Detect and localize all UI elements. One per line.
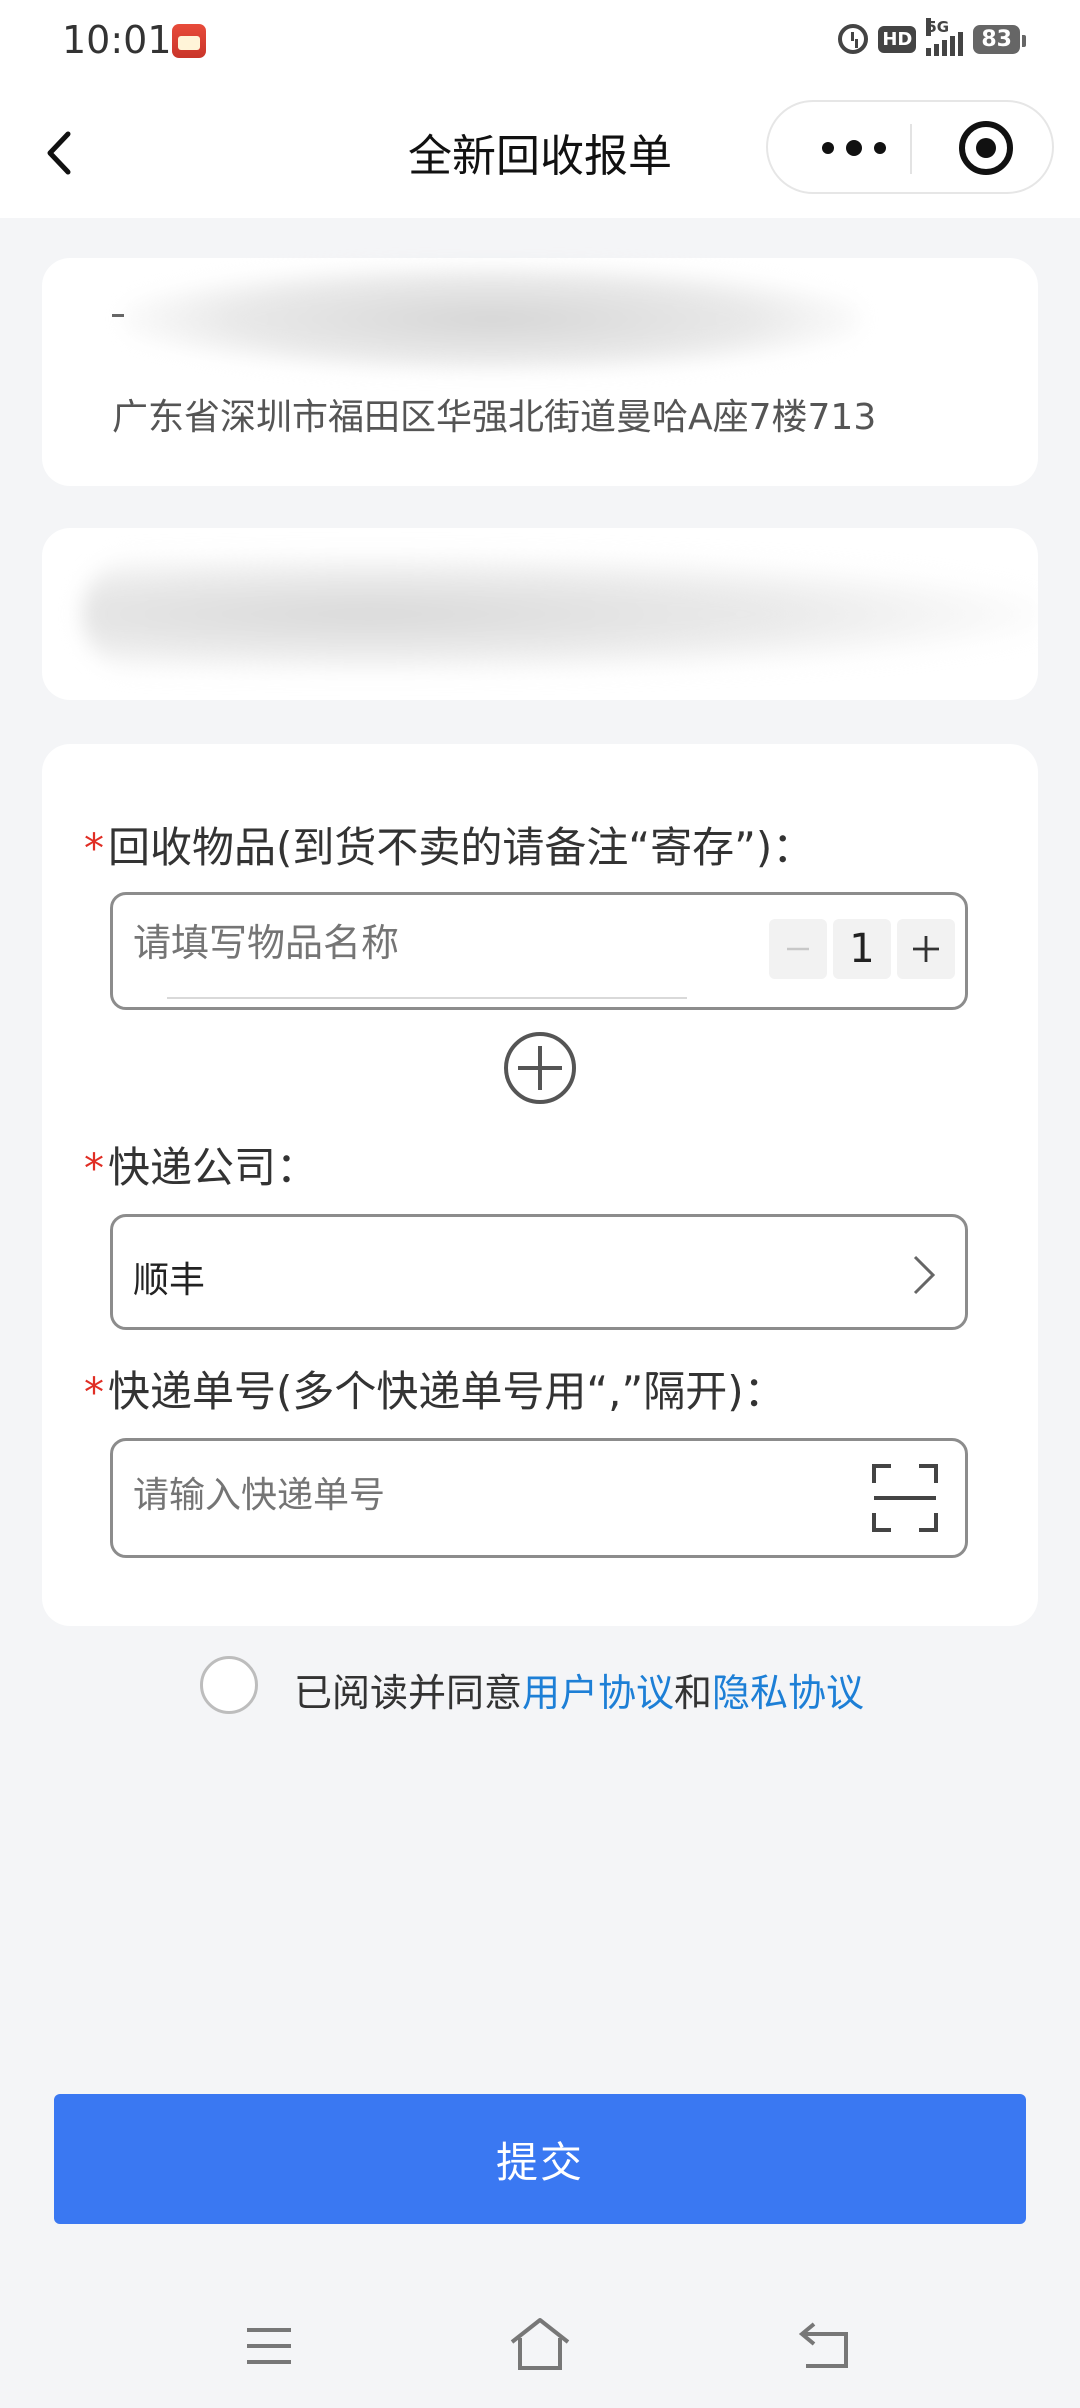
privacy-agreement-link[interactable]: 隐私协议 <box>712 1671 864 1715</box>
home-icon[interactable] <box>508 2316 572 2372</box>
back-nav-icon[interactable] <box>796 2320 852 2370</box>
status-bar: 10:01 HD 5G 83 <box>0 0 1080 90</box>
required-mark: * <box>84 1146 104 1192</box>
tracking-label: *快递单号(多个快递单号用“,”隔开)： <box>84 1358 786 1419</box>
add-item-icon[interactable] <box>502 1030 578 1106</box>
user-agreement-link[interactable]: 用户协议 <box>522 1671 674 1715</box>
required-mark: * <box>84 826 104 872</box>
express-label: *快递公司： <box>84 1134 318 1195</box>
system-nav-bar <box>0 2300 1080 2408</box>
name-prefix <box>112 314 124 317</box>
app-notification-icon <box>172 24 206 58</box>
input-underline <box>167 997 687 999</box>
hd-icon: HD <box>878 25 917 53</box>
battery-icon: 83 <box>973 24 1026 54</box>
menu-icon[interactable] <box>244 2324 294 2368</box>
more-icon[interactable] <box>806 124 906 172</box>
express-company-value: 顺丰 <box>133 1260 206 1301</box>
capsule-divider <box>910 124 912 174</box>
redacted-content <box>82 554 1038 674</box>
status-time: 10:01 <box>62 18 172 62</box>
plus-icon <box>913 936 939 962</box>
submit-button[interactable]: 提交 <box>54 2094 1026 2224</box>
agreement-prefix: 已阅读并同意 <box>294 1671 523 1715</box>
tracking-field <box>110 1438 968 1558</box>
agreement-row: 已阅读并同意用户协议和隐私协议 <box>0 1652 1080 1722</box>
agree-checkbox[interactable] <box>200 1656 258 1714</box>
signal-icon: 5G <box>926 18 964 56</box>
agreement-text: 已阅读并同意用户协议和隐私协议 <box>294 1662 864 1717</box>
tracking-number-input[interactable] <box>133 1475 813 1516</box>
tracking-label-text: 快递单号(多个快递单号用“,”隔开)： <box>108 1367 786 1416</box>
redacted-card <box>42 528 1038 700</box>
chevron-right-icon <box>913 1255 936 1295</box>
form-card: *回收物品(到货不卖的请备注“寄存”)： 1 *快递公司： 顺丰 *快递单号(多… <box>42 744 1038 1626</box>
close-target-icon[interactable] <box>956 118 1016 178</box>
network-type: 5G <box>926 18 950 36</box>
nav-bar: 全新回收报单 <box>0 90 1080 218</box>
quantity-value[interactable]: 1 <box>833 919 891 979</box>
quantity-stepper: 1 <box>769 919 955 979</box>
minus-icon <box>787 947 809 951</box>
redacted-contact <box>122 264 862 374</box>
item-label: *回收物品(到货不卖的请备注“寄存”)： <box>84 814 814 875</box>
alarm-icon <box>838 24 869 54</box>
address-text: 广东省深圳市福田区华强北街道曼哈A座7楼713 <box>112 397 877 438</box>
required-mark: * <box>84 1370 104 1416</box>
agreement-conjunction: 和 <box>674 1671 713 1715</box>
address-card[interactable]: 广东省深圳市福田区华强北街道曼哈A座7楼713 <box>42 258 1038 486</box>
express-company-select[interactable]: 顺丰 <box>110 1214 968 1330</box>
decrease-button[interactable] <box>769 919 827 979</box>
scan-icon[interactable] <box>871 1463 939 1533</box>
item-label-text: 回收物品(到货不卖的请备注“寄存”)： <box>108 823 815 872</box>
express-label-text: 快递公司： <box>108 1143 319 1192</box>
increase-button[interactable] <box>897 919 955 979</box>
status-icons: HD 5G 83 <box>838 18 1026 56</box>
mini-program-capsule <box>766 100 1054 194</box>
item-field: 1 <box>110 892 968 1010</box>
item-name-input[interactable] <box>133 921 693 965</box>
